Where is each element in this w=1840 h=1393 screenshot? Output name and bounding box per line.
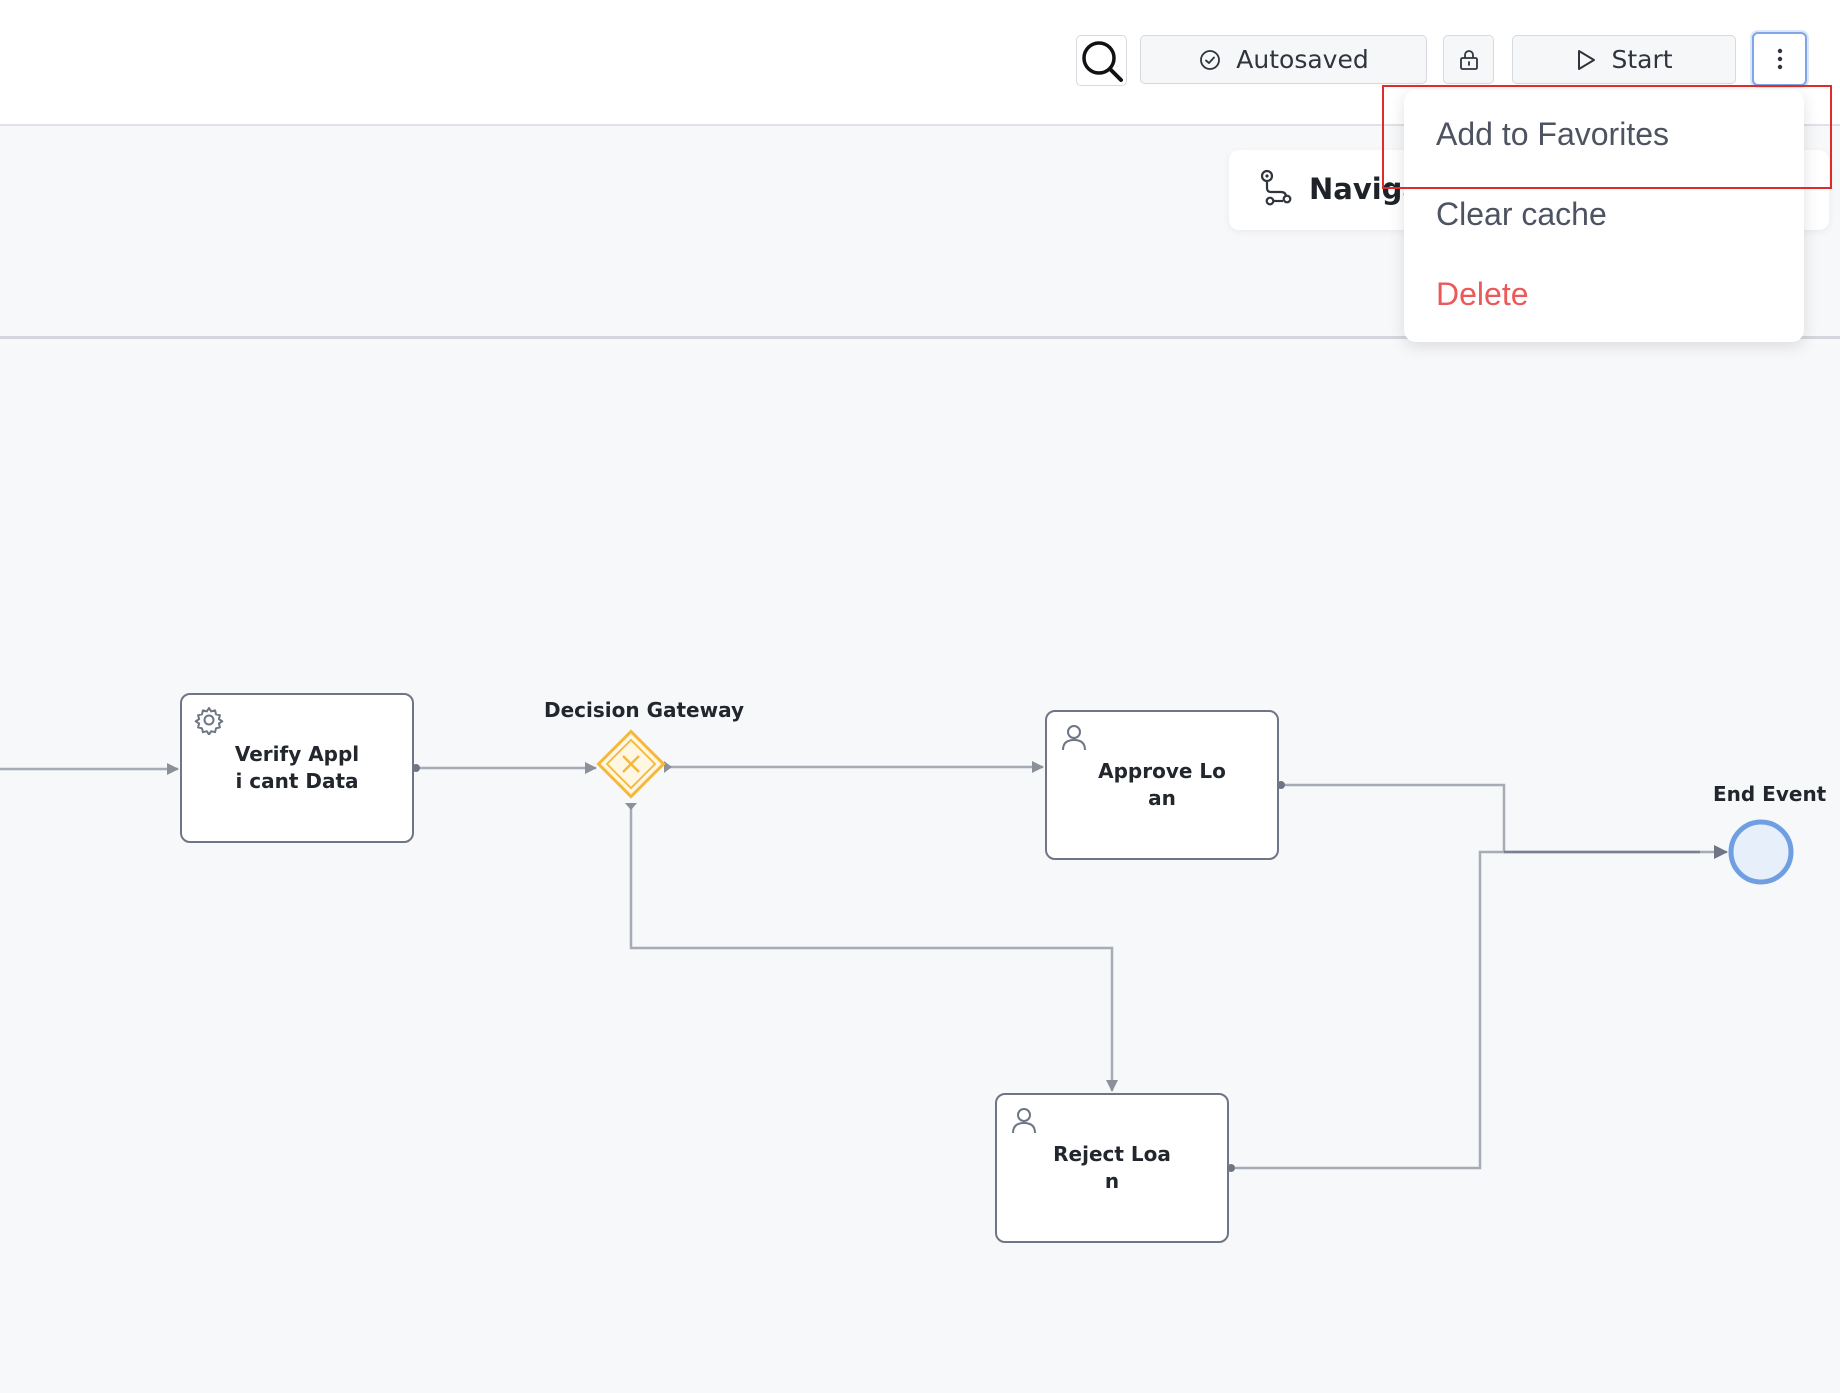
task-approve-loan[interactable]: Approve Lo an xyxy=(1045,710,1279,860)
more-options-menu: Add to Favorites Clear cache Delete xyxy=(1404,90,1804,342)
end-event-label: End Event xyxy=(1713,782,1827,806)
gateway-label: Decision Gateway xyxy=(544,698,745,722)
connector-dot xyxy=(664,761,672,773)
sequence-flow-approve-end[interactable] xyxy=(1281,783,1728,859)
gear-icon xyxy=(194,707,224,735)
menu-item-clear-cache[interactable]: Clear cache xyxy=(1436,196,1607,233)
task-label: Approve Lo an xyxy=(1098,759,1226,810)
menu-item-delete[interactable]: Delete xyxy=(1436,276,1529,313)
connector-dot xyxy=(625,803,637,810)
end-event[interactable] xyxy=(1728,819,1794,885)
sequence-flow-reject-end[interactable] xyxy=(1231,850,1504,1170)
user-icon xyxy=(1012,1108,1036,1134)
task-reject-loan[interactable]: Reject Loa n xyxy=(995,1093,1229,1243)
user-icon xyxy=(1062,725,1086,751)
sequence-flow-gateway-reject[interactable] xyxy=(629,805,1118,1092)
task-verify-applicant-data[interactable]: Verify Appli cant Data xyxy=(180,693,414,843)
task-label: Verify Appli cant Data xyxy=(234,742,360,793)
task-label: Reject Loa n xyxy=(1053,1142,1171,1193)
menu-item-add-to-favorites[interactable]: Add to Favorites xyxy=(1436,116,1669,153)
decision-gateway[interactable] xyxy=(596,729,666,799)
